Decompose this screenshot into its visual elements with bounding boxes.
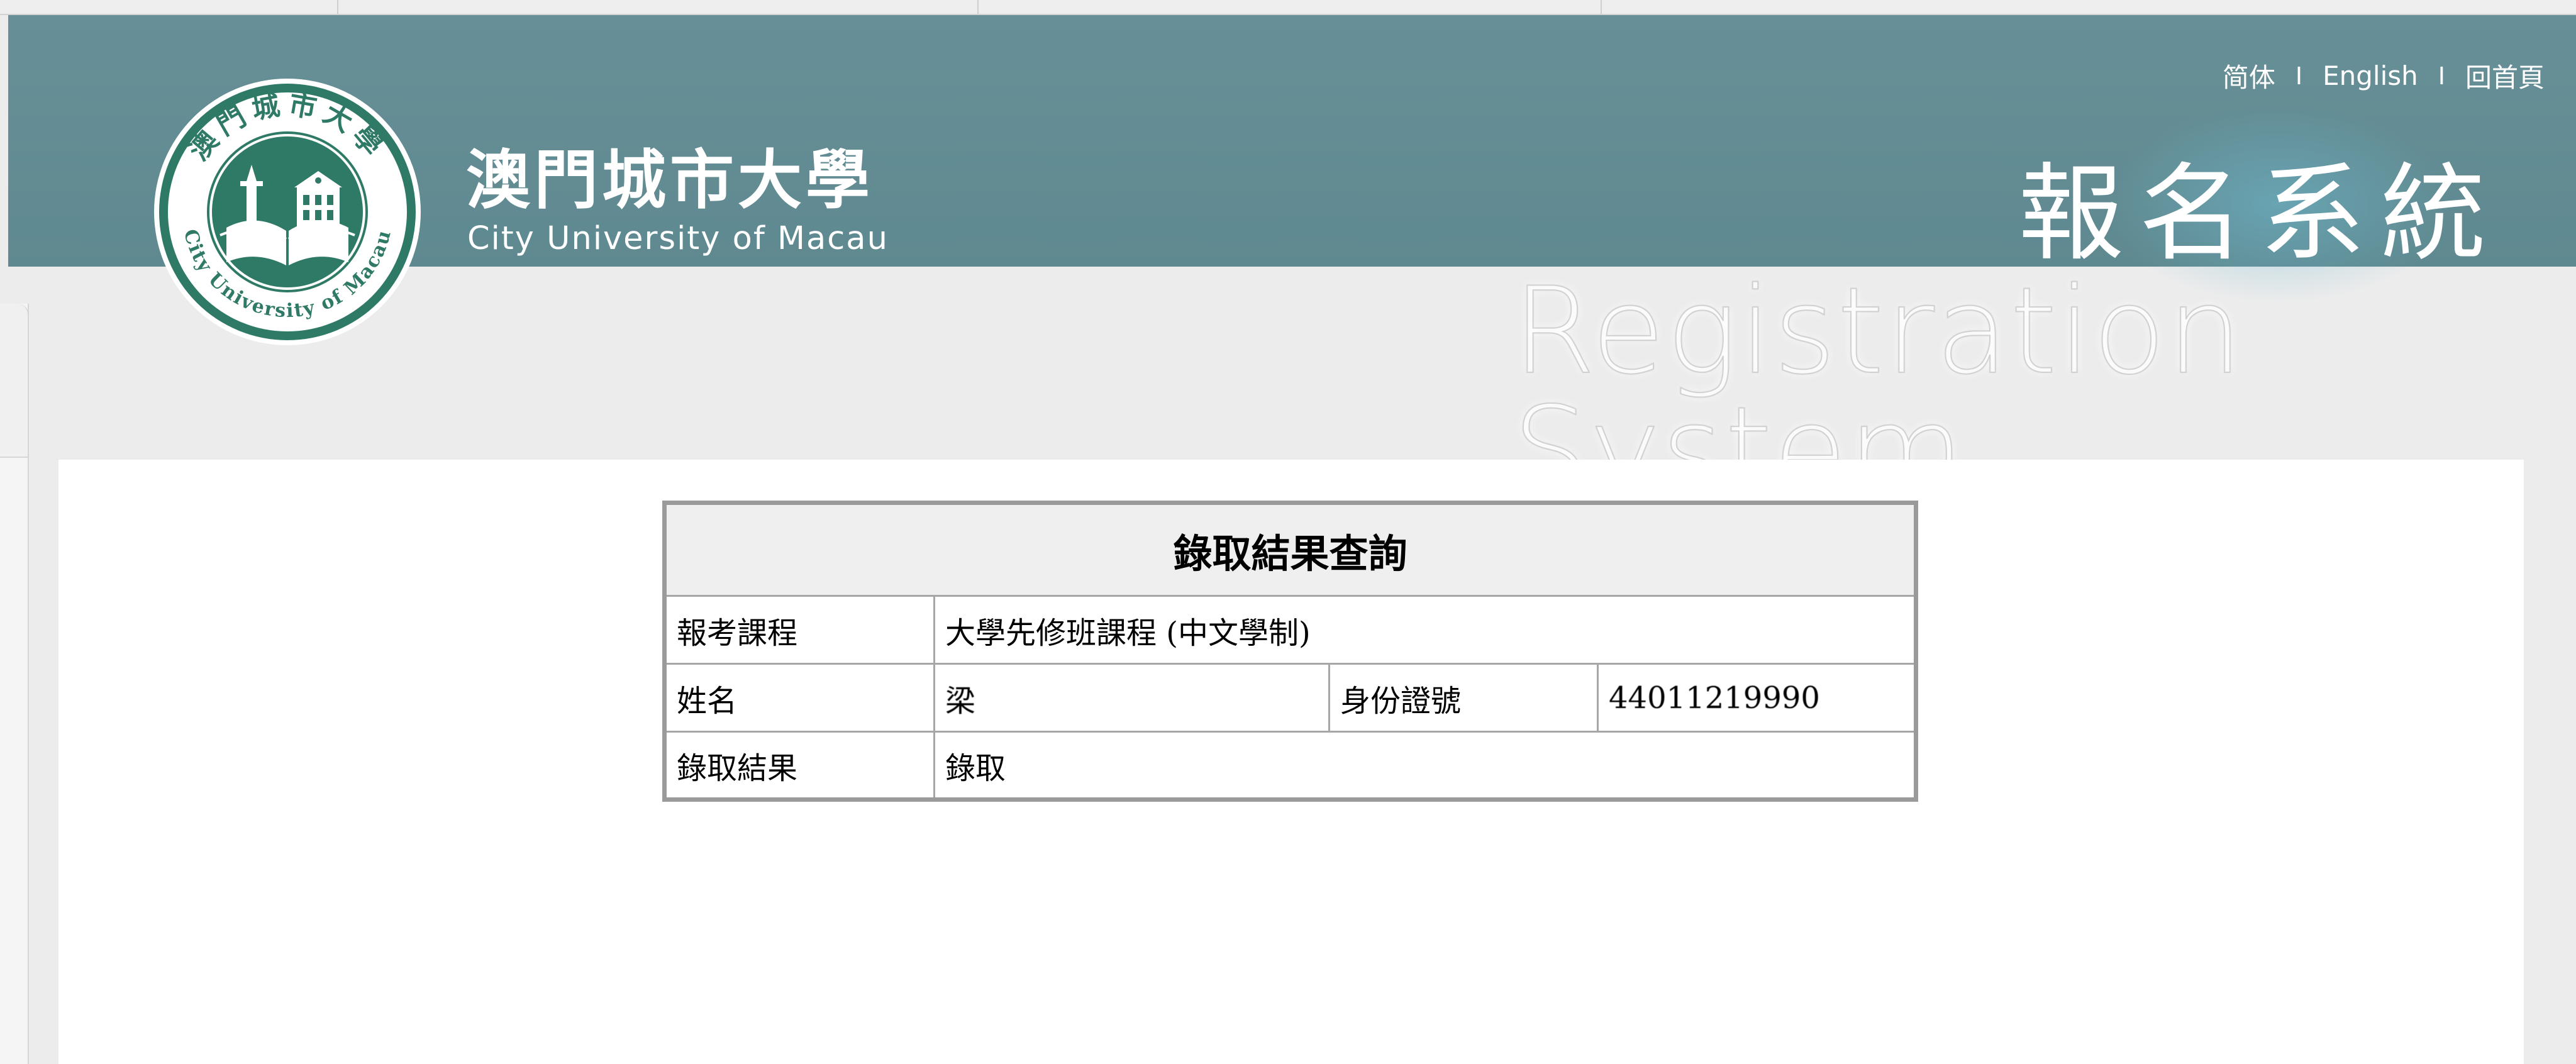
admission-label: 錄取結果 [663,731,935,801]
admission-value: 錄取 [933,731,1917,801]
school-name-cn: 澳門城市大學 [466,143,874,218]
table-row: 錄取結果 錄取 [663,731,1917,801]
university-logo[interactable]: 澳門城市大學 City University of Macau [152,77,423,347]
table-title: 錄取結果查詢 [663,502,1917,597]
name-value: 梁 [933,663,1330,733]
strip-divider [977,0,979,14]
admission-result-table: 錄取結果查詢 報考課程 大學先修班課程 (中文學制) 姓名 梁 身份證號 440… [662,501,1918,802]
link-separator: I [2438,62,2445,90]
course-label: 報考課程 [663,595,935,665]
top-links: 简体 I English I 回首頁 [2223,57,2545,95]
left-window-tab [0,304,29,458]
link-english[interactable]: English [2323,60,2418,91]
strip-divider [1601,0,1602,14]
system-title-cn: 報名系統 [2018,152,2501,275]
strip-divider [337,0,338,14]
browser-top-strip [0,0,2576,15]
table-row: 報考課程 大學先修班課程 (中文學制) [663,595,1917,665]
link-home[interactable]: 回首頁 [2465,57,2545,95]
school-name-en: City University of Macau [467,220,889,257]
course-value: 大學先修班課程 (中文學制) [933,595,1917,665]
link-separator: I [2295,62,2303,90]
id-label: 身份證號 [1328,663,1599,733]
id-value: 44011219990 [1597,663,1917,733]
table-row: 姓名 梁 身份證號 44011219990 [663,663,1917,733]
link-simplified-chinese[interactable]: 简体 [2223,57,2275,95]
table-row: 錄取結果查詢 [663,502,1917,597]
name-label: 姓名 [663,663,935,733]
